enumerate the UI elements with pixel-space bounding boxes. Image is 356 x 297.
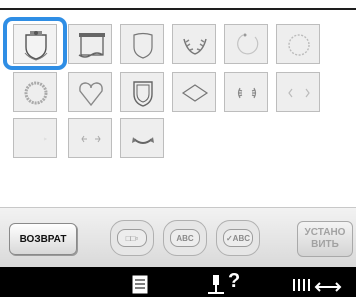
frame-double-shield-icon [133, 81, 153, 107]
check-text-mode-button[interactable]: ✓ABC [216, 220, 260, 256]
pattern-tile-10[interactable] [172, 72, 216, 112]
frame-shield-plain-icon [133, 32, 153, 59]
shapes-icon: □□▫ [125, 233, 139, 243]
list-icon [132, 275, 148, 294]
help-button[interactable]: ? [196, 267, 256, 297]
set-button[interactable]: УСТАНО ВИТЬ [297, 221, 353, 257]
pattern-tile-4[interactable] [172, 24, 216, 64]
frame-scroll-banner-icon [78, 33, 105, 58]
arc-text-icon: ABC [176, 233, 194, 243]
check-abc-icon: ✓ABC [225, 233, 251, 243]
top-divider [0, 8, 356, 10]
pattern-tile-8[interactable] [68, 72, 112, 112]
help-icon: ? [228, 270, 241, 292]
needle-icon [208, 275, 224, 294]
pattern-tile-7[interactable] [13, 72, 57, 112]
pattern-tile-13[interactable] [13, 118, 57, 158]
frame-round-wreath-icon [24, 81, 48, 105]
spacing-arrow-icon [293, 279, 342, 292]
shape-mode-button[interactable]: □□▫ [110, 220, 154, 256]
frame-partial-circle-icon [237, 33, 259, 55]
selection-highlight [3, 17, 67, 70]
frame-heart-icon [79, 82, 103, 107]
pattern-tile-5[interactable] [224, 24, 268, 64]
frame-brackets-icon [288, 88, 310, 98]
bottom-toolbar: ВОЗВРАТ □□▫ ABC ✓ABC УСТАНО ВИТЬ [0, 207, 356, 268]
return-label: ВОЗВРАТ [19, 233, 67, 245]
pattern-tile-11[interactable] [224, 72, 268, 112]
pattern-list-button[interactable] [112, 267, 168, 297]
set-label-line1: УСТАНО [304, 227, 346, 238]
pattern-tile-14[interactable] [68, 118, 112, 158]
pattern-tile-2[interactable] [68, 24, 112, 64]
frame-small-sprigs-icon [81, 135, 101, 143]
pattern-tile-12[interactable] [276, 72, 320, 112]
pattern-tile-3[interactable] [120, 24, 164, 64]
set-label-line2: ВИТЬ [311, 239, 339, 250]
return-button[interactable]: ВОЗВРАТ [9, 223, 77, 255]
frame-dotted-circle-icon [288, 34, 310, 56]
status-bar: ? [0, 267, 356, 297]
arc-text-mode-button[interactable]: ABC [163, 220, 207, 256]
frame-ribbon-icon [132, 137, 154, 144]
thread-tension-button[interactable] [286, 267, 352, 297]
frame-laurel-pair-icon [237, 87, 257, 99]
pattern-tile-15[interactable] [120, 118, 164, 158]
pattern-tile-9[interactable] [120, 72, 164, 112]
frame-diamond-icon [181, 84, 209, 102]
frame-laurel-wreath-icon [183, 38, 207, 55]
pattern-tile-6[interactable] [276, 24, 320, 64]
frame-faint-corners-icon [43, 137, 48, 141]
